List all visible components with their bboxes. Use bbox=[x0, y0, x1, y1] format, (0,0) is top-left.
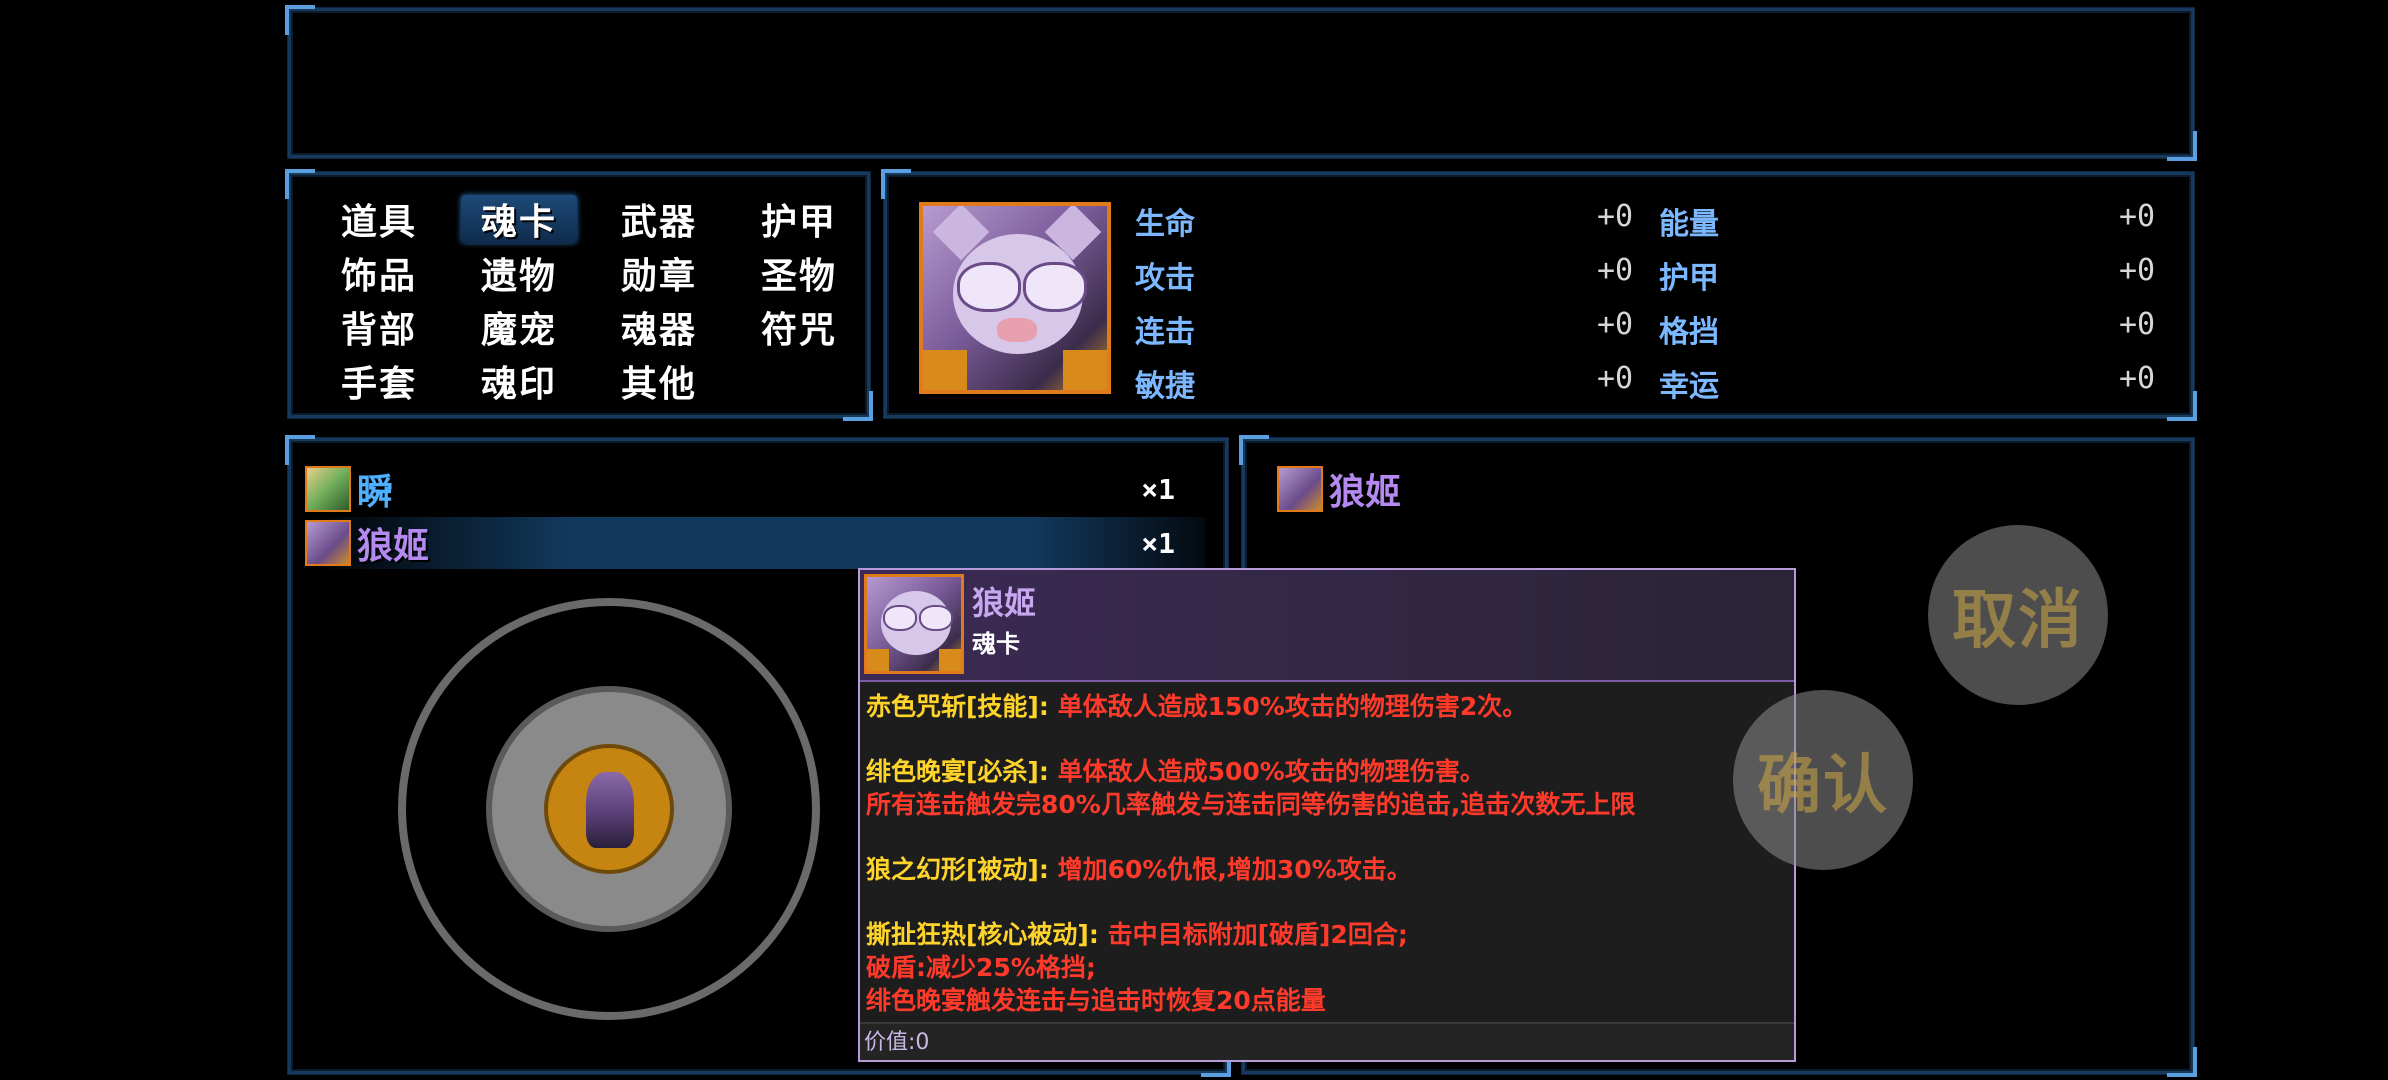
category-tab[interactable]: 魂器 bbox=[601, 303, 717, 351]
tooltip-type: 魂卡 bbox=[972, 630, 1020, 658]
skill-entry: 撕扯狂热[核心被动]: 击中目标附加[破盾]2回合; bbox=[866, 918, 1788, 951]
stat-value-attack: +0 bbox=[1597, 253, 1634, 288]
stat-label-armor: 护甲 bbox=[1659, 261, 1719, 296]
category-tab[interactable]: 魂印 bbox=[461, 357, 577, 405]
skill-desc: 所有连击触发完80%几率触发与连击同等伤害的追击,追击次数无上限 bbox=[866, 790, 1636, 819]
stat-value-energy: +0 bbox=[2119, 199, 2156, 234]
category-tab[interactable]: 武器 bbox=[601, 195, 717, 243]
category-panel: 道具 魂卡 武器 护甲 饰品 遗物 勋章 圣物 背部 魔宠 魂器 符咒 手套 魂… bbox=[285, 169, 873, 421]
tooltip-footer bbox=[860, 1022, 1794, 1060]
equipped-item[interactable]: 狼姬 bbox=[1277, 463, 1677, 515]
item-name: 狼姬 bbox=[1329, 472, 1402, 513]
stat-label-energy: 能量 bbox=[1659, 207, 1719, 242]
skill-entry: 赤色咒斩[技能]: 单体敌人造成150%攻击的物理伤害2次。 bbox=[866, 690, 1788, 723]
tooltip-portrait bbox=[864, 574, 964, 674]
stat-value-luck: +0 bbox=[2119, 361, 2156, 396]
category-tab[interactable]: 手套 bbox=[321, 357, 437, 405]
category-tab[interactable]: 勋章 bbox=[601, 249, 717, 297]
skill-entry: 狼之幻形[被动]: 增加60%仇恨,增加30%攻击。 bbox=[866, 853, 1788, 886]
stat-label-block: 格挡 bbox=[1659, 315, 1719, 350]
skill-desc: 绯色晚宴触发连击与追击时恢复20点能量 bbox=[866, 986, 1326, 1015]
stat-label-hp: 生命 bbox=[1135, 207, 1195, 242]
character-portrait bbox=[919, 202, 1111, 394]
stat-value-block: +0 bbox=[2119, 307, 2156, 342]
item-icon bbox=[305, 520, 351, 566]
skill-entry: 绯色晚宴[必杀]: 单体敌人造成500%攻击的物理伤害。 bbox=[866, 755, 1788, 788]
category-tab[interactable]: 其他 bbox=[601, 357, 717, 405]
item-name: 瞬 bbox=[357, 472, 394, 513]
category-tab[interactable]: 符咒 bbox=[741, 303, 857, 351]
tooltip-title: 狼姬 bbox=[972, 584, 1037, 622]
stat-label-combo: 连击 bbox=[1135, 315, 1195, 350]
inventory-item-selected[interactable]: 狼姬 ×1 bbox=[305, 517, 1205, 569]
category-tab[interactable]: 圣物 bbox=[741, 249, 857, 297]
item-count: ×1 bbox=[1141, 526, 1175, 560]
skill-desc: 增加60%仇恨,增加30%攻击。 bbox=[1057, 855, 1412, 884]
inventory-item[interactable]: 瞬 ×1 bbox=[305, 463, 1205, 515]
category-tab-active[interactable]: 魂卡 bbox=[461, 195, 577, 243]
stats-panel: 生命 攻击 连击 敏捷 +0 +0 +0 +0 能量 护甲 格挡 幸运 +0 +… bbox=[881, 169, 2197, 421]
category-tab[interactable]: 饰品 bbox=[321, 249, 437, 297]
item-count: ×1 bbox=[1141, 472, 1175, 506]
stat-value-combo: +0 bbox=[1597, 307, 1634, 342]
item-icon bbox=[305, 466, 351, 512]
skill-desc: 破盾:减少25%格挡; bbox=[866, 953, 1096, 982]
stat-label-agility: 敏捷 bbox=[1135, 369, 1195, 404]
item-value: 价值:0 bbox=[864, 1030, 930, 1055]
category-tab[interactable]: 道具 bbox=[321, 195, 437, 243]
stat-label-luck: 幸运 bbox=[1659, 369, 1719, 404]
stat-value-armor: +0 bbox=[2119, 253, 2156, 288]
category-grid: 道具 魂卡 武器 护甲 饰品 遗物 勋章 圣物 背部 魔宠 魂器 符咒 手套 魂… bbox=[321, 195, 881, 411]
skill-desc: 击中目标附加[破盾]2回合; bbox=[1107, 920, 1408, 949]
top-banner-panel bbox=[285, 5, 2197, 161]
stat-value-hp: +0 bbox=[1597, 199, 1634, 234]
cancel-button[interactable]: 取消 bbox=[1928, 525, 2108, 705]
skill-name: 狼之幻形[被动]: bbox=[866, 855, 1049, 884]
category-tab[interactable]: 护甲 bbox=[741, 195, 857, 243]
stat-value-agility: +0 bbox=[1597, 361, 1634, 396]
item-icon bbox=[1277, 466, 1323, 512]
skill-name: 绯色晚宴[必杀]: bbox=[866, 757, 1049, 786]
item-name: 狼姬 bbox=[357, 526, 430, 567]
skill-desc: 单体敌人造成150%攻击的物理伤害2次。 bbox=[1057, 692, 1528, 721]
skill-name: 撕扯狂热[核心被动]: bbox=[866, 920, 1099, 949]
category-tab[interactable]: 魔宠 bbox=[461, 303, 577, 351]
confirm-button[interactable]: 确认 bbox=[1733, 690, 1913, 870]
stat-label-attack: 攻击 bbox=[1135, 261, 1195, 296]
tooltip-header: 狼姬 魂卡 bbox=[860, 570, 1794, 682]
category-tab[interactable]: 遗物 bbox=[461, 249, 577, 297]
item-tooltip: 狼姬 魂卡 赤色咒斩[技能]: 单体敌人造成150%攻击的物理伤害2次。 绯色晚… bbox=[858, 568, 1796, 1062]
joystick-knob[interactable] bbox=[544, 744, 674, 874]
player-sprite-icon bbox=[586, 772, 634, 848]
skill-name: 赤色咒斩[技能]: bbox=[866, 692, 1049, 721]
category-tab[interactable]: 背部 bbox=[321, 303, 437, 351]
tooltip-body: 赤色咒斩[技能]: 单体敌人造成150%攻击的物理伤害2次。 绯色晚宴[必杀]:… bbox=[866, 690, 1788, 1017]
skill-desc: 单体敌人造成500%攻击的物理伤害。 bbox=[1057, 757, 1485, 786]
